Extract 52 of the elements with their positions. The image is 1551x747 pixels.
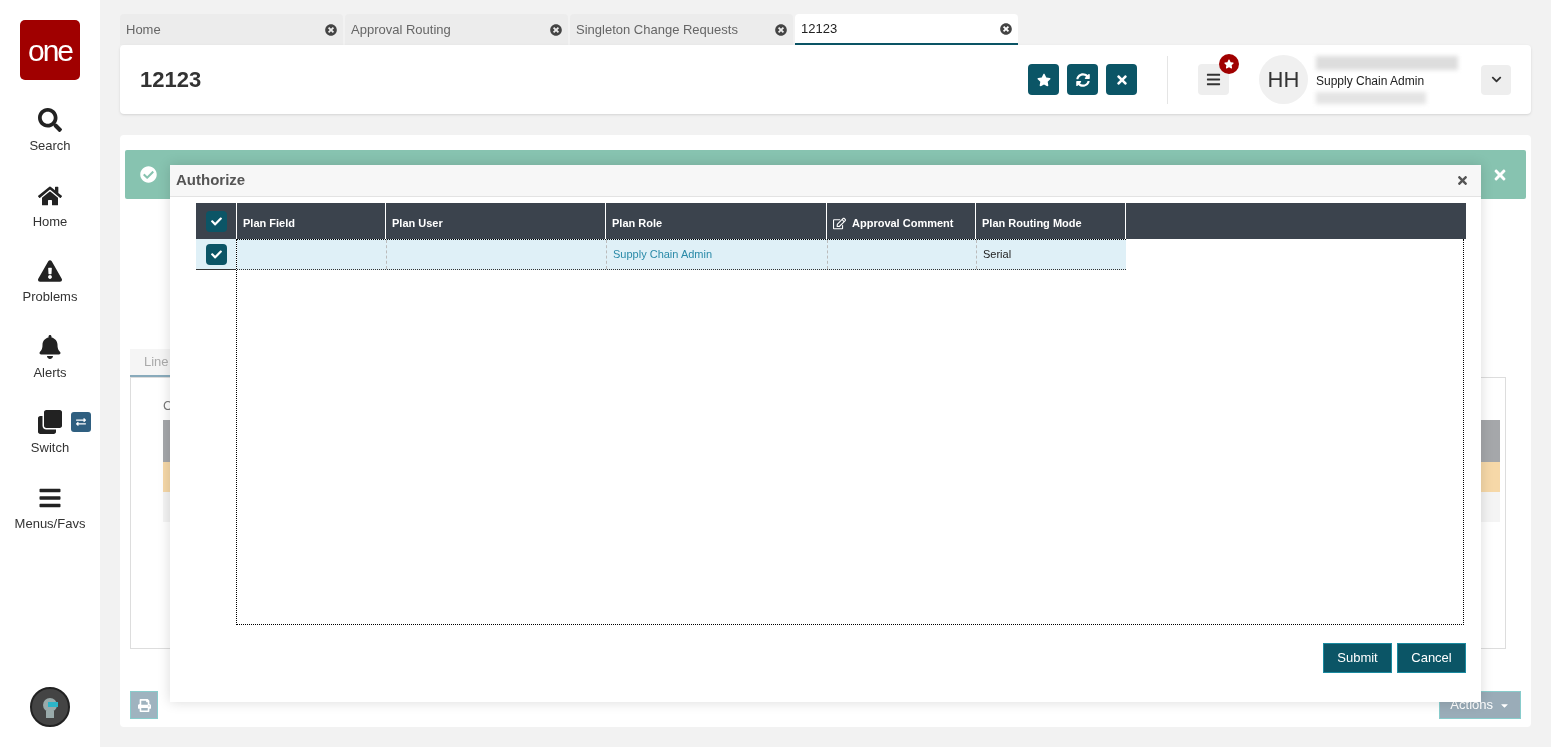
app-logo[interactable]: one bbox=[20, 20, 80, 80]
sidebar-item[interactable]: Search bbox=[5, 108, 95, 156]
check-icon bbox=[210, 215, 222, 227]
refresh-icon bbox=[1075, 72, 1090, 87]
column-header[interactable]: Approval Comment bbox=[852, 214, 954, 232]
close-icon bbox=[1114, 72, 1129, 87]
close-button[interactable] bbox=[1106, 64, 1137, 95]
sidebar-item[interactable]: Home bbox=[5, 183, 95, 231]
dialog-title: Authorize bbox=[176, 170, 246, 191]
table-cell-text: Serial bbox=[983, 247, 1012, 263]
warning-icon bbox=[38, 259, 62, 283]
assistant-avatar[interactable] bbox=[30, 687, 70, 727]
sidebar-item[interactable]: Alerts bbox=[5, 334, 95, 382]
column-header[interactable]: Plan Field bbox=[243, 214, 295, 232]
search-icon bbox=[38, 108, 62, 132]
star-badge bbox=[1219, 54, 1239, 74]
user-role: Supply Chain Admin bbox=[1316, 72, 1426, 90]
sidebar-item[interactable]: Switch bbox=[5, 410, 95, 458]
check-icon bbox=[210, 248, 222, 260]
user-dropdown[interactable] bbox=[1481, 64, 1511, 95]
table-row[interactable]: Supply Chain Admin Serial bbox=[237, 239, 1126, 270]
sidebar-item[interactable]: Problems bbox=[5, 259, 95, 307]
page-title: 12123 bbox=[140, 66, 202, 94]
dialog-button[interactable]: Cancel bbox=[1397, 643, 1466, 673]
close-icon[interactable] bbox=[550, 23, 562, 36]
tab[interactable]: Approval Routing bbox=[345, 14, 568, 45]
sidebar-item[interactable]: Menus/Favs bbox=[5, 485, 95, 533]
star-icon bbox=[1036, 72, 1051, 87]
column-header[interactable]: Plan User bbox=[392, 214, 443, 232]
checkbox[interactable] bbox=[205, 243, 227, 265]
chevron-down-icon bbox=[1490, 74, 1502, 85]
user-avatar[interactable]: HH bbox=[1259, 55, 1308, 104]
tab[interactable]: 12123 bbox=[795, 14, 1018, 45]
close-icon[interactable] bbox=[1456, 174, 1469, 187]
tab[interactable]: Singleton Change Requests bbox=[570, 14, 793, 45]
refresh-button[interactable] bbox=[1067, 64, 1098, 95]
swap-icon bbox=[71, 412, 91, 432]
menu-icon bbox=[1206, 72, 1221, 87]
checkbox[interactable] bbox=[205, 210, 227, 232]
column-header[interactable]: Plan Routing Mode bbox=[982, 214, 1082, 232]
bell-icon bbox=[38, 334, 62, 359]
table-cell[interactable]: Supply Chain Admin bbox=[613, 246, 713, 263]
column-header[interactable]: Plan Role bbox=[612, 214, 663, 232]
tab[interactable]: Home bbox=[120, 14, 343, 45]
close-icon[interactable] bbox=[1000, 22, 1012, 35]
printer-icon bbox=[137, 698, 151, 712]
close-icon[interactable] bbox=[775, 23, 787, 36]
windows-icon bbox=[38, 410, 62, 434]
edit-icon bbox=[833, 216, 846, 230]
favorite-button[interactable] bbox=[1028, 64, 1059, 95]
dialog-button[interactable]: Submit bbox=[1323, 643, 1392, 673]
close-icon[interactable] bbox=[325, 23, 337, 36]
